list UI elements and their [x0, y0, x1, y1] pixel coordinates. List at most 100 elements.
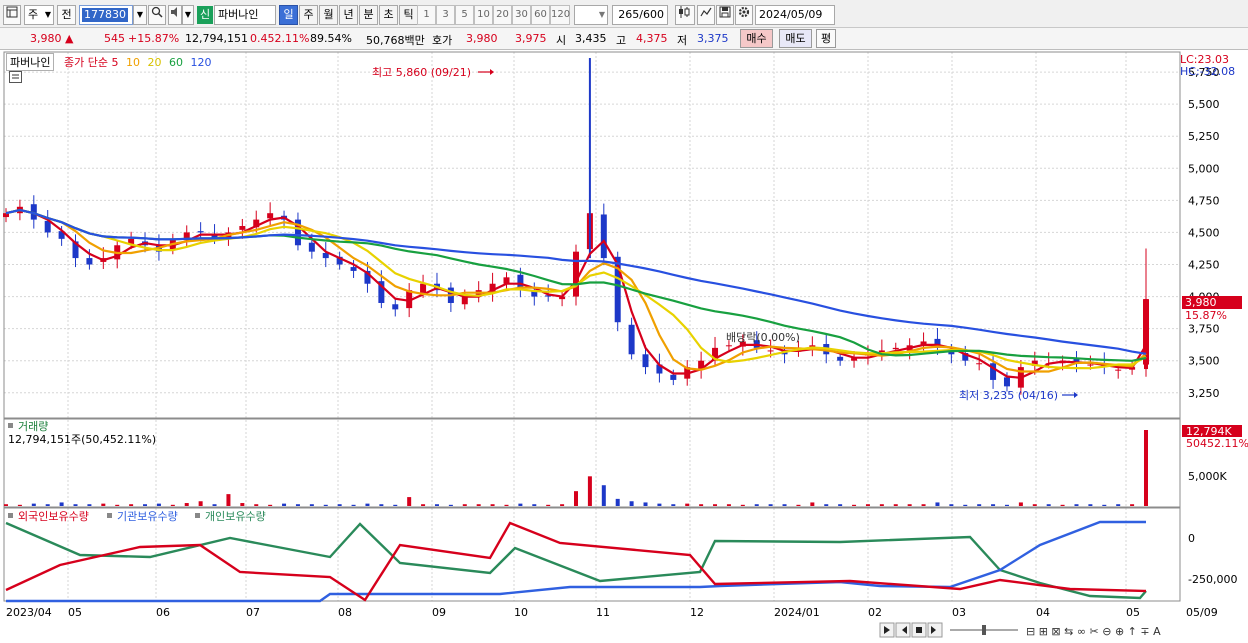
stock-code-input[interactable]: 177830 [79, 5, 133, 25]
price-change: 545 [104, 32, 125, 45]
code-dropdown-button[interactable]: ▼ [133, 5, 147, 25]
market-select[interactable]: 주 ▼ [24, 5, 54, 25]
date-field[interactable]: 2024/05/09 [755, 5, 835, 25]
interval-5[interactable]: 5 [455, 5, 474, 25]
custom-interval-select[interactable]: ▼ [574, 5, 608, 25]
volume-bar [643, 502, 648, 506]
prev-button[interactable]: 전 [57, 5, 76, 25]
buy-button[interactable]: 매수 [740, 29, 773, 48]
legend-ma-5: 5 [111, 56, 119, 69]
hc-label: HC:-32.08 [1180, 65, 1235, 78]
volume-bar [879, 504, 884, 506]
interval-60[interactable]: 60 [531, 5, 550, 25]
volume-bar [740, 504, 745, 506]
interval-30[interactable]: 30 [512, 5, 531, 25]
search-icon[interactable] [148, 5, 166, 25]
volume-bar [865, 504, 870, 506]
volume-bar [143, 504, 148, 506]
high-label: 고 [616, 34, 627, 47]
interval-10[interactable]: 10 [474, 5, 493, 25]
save-icon[interactable] [716, 5, 734, 25]
chart-background [0, 50, 1248, 643]
tool-icons[interactable]: ⊟ ⊞ ⊠ ⇆ ∞ ✂ ⊖ ⊕ ↑ ∓ A [1026, 625, 1161, 638]
interval-1[interactable]: 1 [417, 5, 436, 25]
line-tool-icon[interactable] [697, 5, 715, 25]
volume-bar [838, 504, 843, 506]
sell-button[interactable]: 매도 [779, 29, 812, 48]
gear-icon[interactable] [735, 5, 753, 25]
high-note: 최고 5,860 (09/21) [372, 66, 471, 79]
foreign-holdings-label: 외국인보유수량 [18, 510, 89, 523]
interval-3[interactable]: 3 [436, 5, 455, 25]
candle-body [628, 324, 635, 355]
volume-bar [1018, 502, 1023, 506]
volume-bar [949, 504, 954, 506]
speaker-icon[interactable] [168, 5, 182, 25]
tab-tick[interactable]: 틱 [399, 5, 418, 25]
volume-bar [587, 476, 592, 506]
tab-minute[interactable]: 분 [359, 5, 378, 25]
volume-bar [615, 498, 620, 506]
stock-chart[interactable]: 5,7505,5005,2505,0004,7504,5004,2504,000… [0, 50, 1248, 643]
volume-bar [1004, 504, 1009, 506]
chart-toolbar: 주 ▼ 전 177830 ▼ ▼ 신 파버나인 일 주 월 년 분 초 틱 1 3… [0, 0, 1248, 28]
x-axis-tick: 03 [952, 606, 966, 619]
low-note: 최저 3,235 (04/16) [959, 389, 1058, 402]
volume-bar [921, 504, 926, 506]
volume-bar [101, 503, 106, 506]
volume-bar [462, 504, 467, 506]
tab-weekly[interactable]: 주 [299, 5, 318, 25]
interval-20[interactable]: 20 [493, 5, 512, 25]
candle-body [420, 283, 427, 293]
tab-second[interactable]: 초 [379, 5, 398, 25]
stock-name-field[interactable]: 파버나인 [214, 5, 276, 25]
chart-menu-icon[interactable] [9, 71, 22, 83]
legend-title[interactable]: 파버나인 [6, 53, 55, 71]
tab-yearly[interactable]: 년 [339, 5, 358, 25]
price-y-tick: 5,250 [1188, 130, 1220, 143]
price-y-tick: 3,750 [1188, 323, 1220, 336]
x-axis-tick: 10 [514, 606, 528, 619]
volume-bar [295, 504, 300, 506]
dividend-note: 배당락(0.00%) [726, 331, 800, 344]
volume-y-tick: 5,000K [1188, 470, 1227, 483]
eval-button[interactable]: 평 [816, 29, 836, 48]
volume-bar [198, 501, 203, 506]
legend-ma-60: 60 [168, 56, 183, 69]
x-axis-tick: 04 [1036, 606, 1050, 619]
ratio-value: 89.54% [310, 32, 352, 45]
candle-body [239, 226, 246, 230]
volume-bar [810, 502, 815, 506]
candle-body [392, 304, 399, 310]
volume-bar [226, 494, 231, 506]
volume-bar [4, 504, 8, 506]
price-y-tick: 4,750 [1188, 194, 1220, 207]
volume-bar [490, 504, 495, 506]
x-axis-tick: 08 [338, 606, 352, 619]
volume-bar [1074, 504, 1079, 506]
interval-120[interactable]: 120 [550, 5, 570, 25]
volume-bar [546, 504, 551, 506]
tab-monthly[interactable]: 월 [319, 5, 338, 25]
tab-daily[interactable]: 일 [279, 5, 298, 25]
volume-bar [1046, 504, 1051, 506]
speaker-dropdown-button[interactable]: ▼ [182, 5, 194, 25]
volume-bar [282, 503, 287, 506]
volume-bar [448, 504, 453, 506]
candle-body [1087, 364, 1094, 366]
volume-bar [31, 503, 36, 506]
candle-body [976, 363, 983, 365]
turnover-pct: 0.452.11% [250, 32, 310, 45]
layout-icon[interactable] [3, 5, 21, 25]
candle-type-icon[interactable] [675, 5, 695, 25]
candle-body [86, 258, 93, 265]
volume-bar [379, 504, 384, 506]
volume-bar [1088, 504, 1093, 506]
candle-body [1003, 377, 1010, 387]
volume-bar [73, 504, 78, 506]
zoom-slider-handle[interactable] [982, 625, 986, 635]
volume-bar [601, 485, 606, 506]
candle-body [197, 231, 204, 233]
bar-count-field[interactable]: 265/600 [612, 5, 668, 25]
price-change-pct: +15.87% [128, 32, 180, 45]
